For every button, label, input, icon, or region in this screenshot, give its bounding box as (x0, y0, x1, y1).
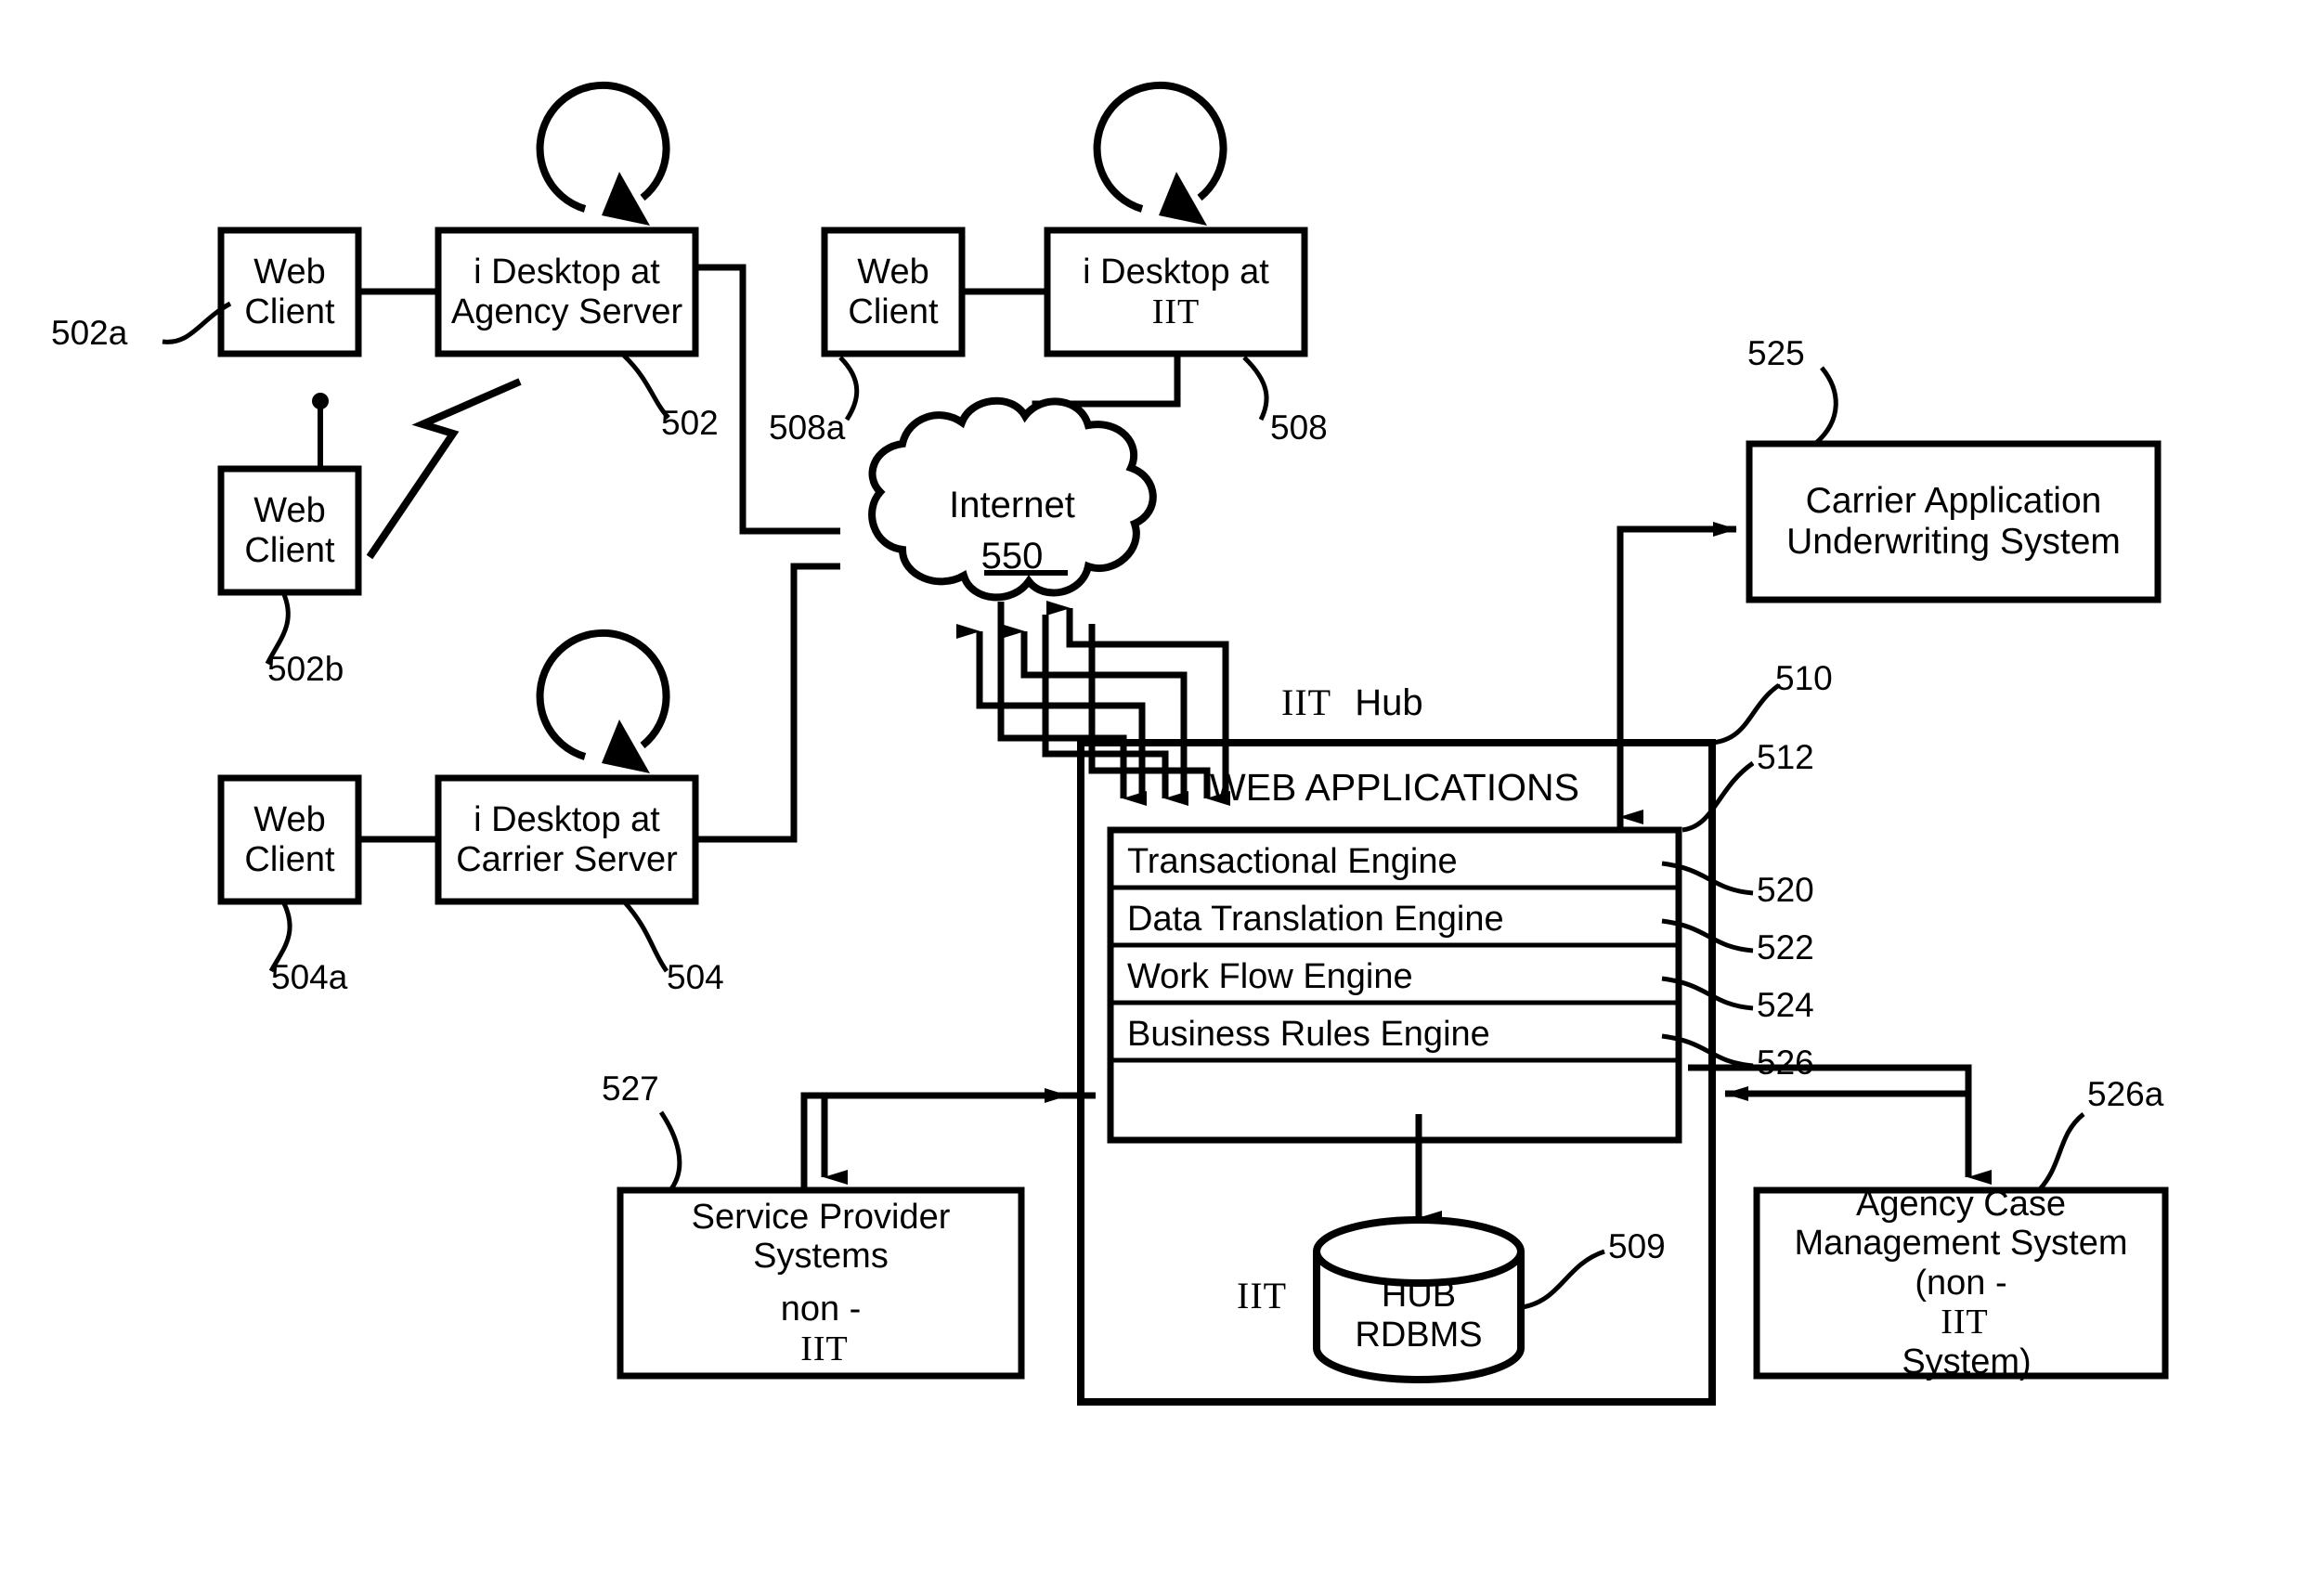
engine-row-0[interactable]: Transactional Engine (1127, 836, 1666, 888)
ref-510: 510 (1775, 659, 1833, 697)
leader-508 (1242, 356, 1269, 421)
diagram-canvas: Web Client i Desktop at Agency Server 50… (0, 0, 2324, 1569)
loop-arrow-iit (1093, 81, 1227, 213)
ref-526: 526 (1757, 1044, 1814, 1082)
node-web-client-wireless-shape (217, 465, 362, 596)
flow-hub-to-service-provider (821, 1092, 1096, 1185)
node-carrier-underwriting-shape (1746, 440, 2162, 603)
engine-row-3[interactable]: Business Rules Engine (1127, 1008, 1666, 1060)
node-agency-case-mgmt-shape (1753, 1186, 2169, 1380)
ref-526a: 526a (2087, 1075, 2164, 1113)
node-idesktop-agency-shape (435, 227, 699, 357)
engine-row-1[interactable]: Data Translation Engine (1127, 893, 1666, 945)
flow-hub-to-agency-case (1688, 1064, 1992, 1185)
loop-arrow-agency (536, 81, 670, 213)
leader-526a (2037, 1112, 2085, 1192)
node-service-provider-shape (617, 1186, 1025, 1380)
link-carrier-to-internet (695, 563, 840, 843)
ref-520: 520 (1757, 871, 1814, 909)
ref-527: 527 (602, 1070, 659, 1108)
node-idesktop-carrier-shape (435, 774, 699, 905)
loop-arrow-carrier (536, 629, 670, 760)
engine-label-3: Business Rules Engine (1127, 1014, 1490, 1054)
flow-hub-to-carrier-underwriting (1616, 522, 1737, 830)
loop-arrow-agency-head (602, 172, 650, 226)
wireless-lightning (366, 378, 522, 560)
leader-512 (1681, 760, 1755, 833)
engine-label-2: Work Flow Engine (1127, 956, 1413, 996)
ref-512: 512 (1757, 738, 1814, 776)
diagram-vector-layer (162, 81, 2169, 1406)
leader-525 (1813, 366, 1838, 446)
engine-row-2[interactable]: Work Flow Engine (1127, 951, 1666, 1003)
ref-504: 504 (667, 958, 724, 996)
ref-502a: 502a (51, 314, 128, 352)
ref-524: 524 (1757, 986, 1814, 1024)
ref-525: 525 (1747, 334, 1805, 372)
ref-502: 502 (661, 404, 719, 442)
leader-510 (1711, 682, 1781, 746)
node-web-client-agency-shape (217, 227, 362, 357)
flow-service-provider-to-hub (800, 1088, 1069, 1190)
ref-509: 509 (1608, 1227, 1666, 1265)
link-agency-to-internet (695, 264, 840, 535)
cylinder-top (1313, 1216, 1525, 1287)
ref-502b: 502b (267, 650, 344, 688)
iit-hub-title-iit: IIT (1281, 681, 1332, 723)
iit-hub-title-hub: Hub (1355, 682, 1423, 723)
node-web-client-iit-shape (821, 227, 966, 357)
ref-522: 522 (1757, 928, 1814, 966)
node-web-client-carrier-shape (217, 774, 362, 905)
engine-label-1: Data Translation Engine (1127, 899, 1504, 939)
leader-504 (622, 900, 669, 973)
cloud-shape (868, 396, 1157, 602)
ref-504a: 504a (271, 958, 348, 996)
rdbms-prefix-text: IIT (1237, 1275, 1288, 1316)
leader-527 (658, 1110, 682, 1192)
loop-arrow-carrier-head (602, 720, 650, 773)
flow-cloud-to-hub-3 (1088, 624, 1230, 806)
antenna-tip (312, 393, 329, 409)
engine-row-4-empty[interactable] (1127, 1066, 1666, 1136)
leader-509 (1522, 1249, 1605, 1310)
loop-arrow-iit-head (1159, 172, 1207, 226)
ref-508a: 508a (769, 408, 846, 447)
ref-508: 508 (1270, 408, 1328, 447)
iit-hub-title: IIT Hub (1281, 681, 1423, 724)
rdbms-prefix-label: IIT (1237, 1274, 1287, 1317)
node-idesktop-iit-shape (1044, 227, 1308, 357)
engine-label-0: Transactional Engine (1127, 841, 1458, 881)
